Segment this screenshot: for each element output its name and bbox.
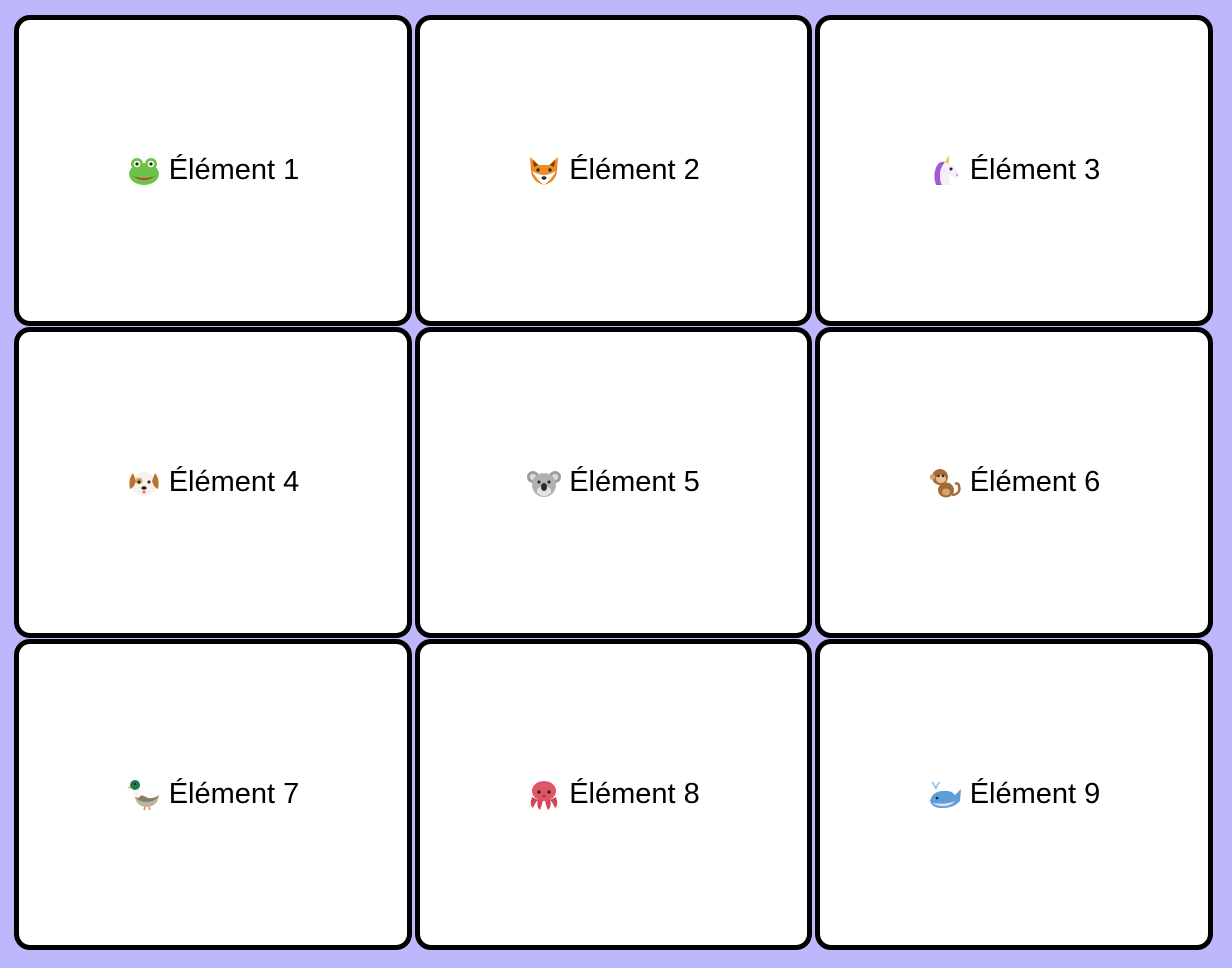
fox-icon xyxy=(527,155,561,187)
card-4[interactable]: Élément 4 xyxy=(14,327,412,638)
card-label: Élément 9 xyxy=(969,778,1101,810)
card-grid: Élément 1 Élément 2 Élément 3 Élément 4 … xyxy=(14,15,1214,950)
card-6[interactable]: Élément 6 xyxy=(815,327,1213,638)
card-3[interactable]: Élément 3 xyxy=(815,15,1213,326)
card-content: Élément 2 xyxy=(527,154,700,187)
card-5[interactable]: Élément 5 xyxy=(415,327,812,638)
card-content: Élément 3 xyxy=(928,154,1101,187)
duck-icon xyxy=(126,779,161,811)
card-7[interactable]: Élément 7 xyxy=(14,639,412,950)
octopus-icon xyxy=(527,779,561,811)
card-content: Élément 6 xyxy=(928,466,1101,499)
card-label: Élément 4 xyxy=(168,466,300,498)
card-2[interactable]: Élément 2 xyxy=(415,15,812,326)
card-label: Élément 3 xyxy=(969,154,1101,186)
card-content: Élément 4 xyxy=(127,466,300,499)
card-label: Élément 6 xyxy=(969,466,1101,498)
card-8[interactable]: Élément 8 xyxy=(415,639,812,950)
whale-icon xyxy=(928,779,962,811)
monkey-icon xyxy=(928,467,962,499)
card-content: Élément 7 xyxy=(126,778,300,811)
card-label: Élément 8 xyxy=(569,778,700,810)
card-1[interactable]: Élément 1 xyxy=(14,15,412,326)
card-label: Élément 7 xyxy=(168,778,300,810)
card-content: Élément 9 xyxy=(928,778,1101,811)
card-label: Élément 1 xyxy=(168,154,300,186)
unicorn-icon xyxy=(928,154,962,187)
card-content: Élément 1 xyxy=(127,154,300,187)
card-label: Élément 5 xyxy=(569,466,700,498)
dog-icon xyxy=(127,467,161,499)
card-content: Élément 5 xyxy=(527,466,700,499)
frog-icon xyxy=(127,155,161,187)
card-label: Élément 2 xyxy=(569,154,700,186)
koala-icon xyxy=(527,467,562,499)
card-9[interactable]: Élément 9 xyxy=(815,639,1213,950)
card-content: Élément 8 xyxy=(527,778,700,811)
